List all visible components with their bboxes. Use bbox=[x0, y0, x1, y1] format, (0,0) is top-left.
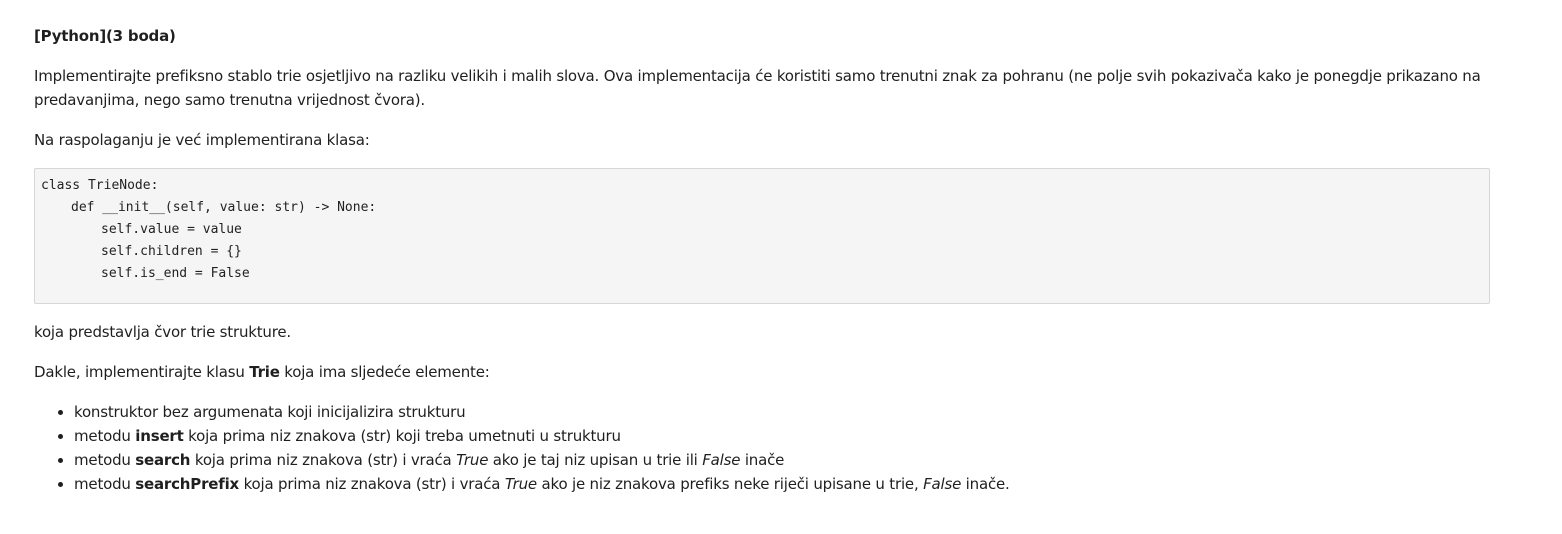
after-code-paragraph: koja predstavlja čvor trie strukture. bbox=[34, 323, 291, 341]
available-class-paragraph: Na raspolaganju je već implementirana kl… bbox=[34, 131, 370, 149]
false-keyword: False bbox=[923, 475, 962, 493]
item-text: inače. bbox=[961, 475, 1010, 493]
item-text: ako je taj niz upisan u trie ili bbox=[488, 451, 703, 469]
true-keyword: True bbox=[456, 451, 489, 469]
item-prefix: metodu bbox=[74, 475, 136, 493]
code-line: self.is_end = False bbox=[101, 266, 250, 281]
question-heading: [Python](3 boda) bbox=[34, 26, 1490, 46]
method-name: insert bbox=[135, 427, 184, 445]
points-label: (3 boda) bbox=[106, 27, 176, 45]
list-item: metodu insert koja prima niz znakova (st… bbox=[74, 424, 1490, 448]
list-item: konstruktor bez argumenata koji inicijal… bbox=[74, 400, 1490, 424]
false-keyword: False bbox=[702, 451, 741, 469]
method-name: searchPrefix bbox=[135, 475, 239, 493]
true-keyword: True bbox=[504, 475, 537, 493]
task-suffix: koja ima sljedeće elemente: bbox=[279, 363, 490, 381]
item-text: konstruktor bez argumenata koji inicijal… bbox=[74, 403, 466, 421]
item-text: ako je niz znakova prefiks neke riječi u… bbox=[536, 475, 924, 493]
intro-paragraph: Implementirajte prefiksno stablo trie os… bbox=[34, 67, 1481, 109]
language-tag: [Python] bbox=[34, 27, 106, 45]
task-paragraph: Dakle, implementirajte klasu Trie koja i… bbox=[34, 360, 1490, 384]
code-line: self.value = value bbox=[101, 222, 242, 237]
requirements-list: konstruktor bez argumenata koji inicijal… bbox=[34, 400, 1490, 496]
item-prefix: metodu bbox=[74, 427, 136, 445]
item-text: inače bbox=[740, 451, 785, 469]
item-text: koja prima niz znakova (str) koji treba … bbox=[183, 427, 621, 445]
code-block: class TrieNode: def __init__(self, value… bbox=[34, 168, 1490, 304]
list-item: metodu search koja prima niz znakova (st… bbox=[74, 448, 1490, 472]
question-content: [Python](3 boda) Implementirajte prefiks… bbox=[34, 26, 1490, 496]
task-prefix: Dakle, implementirajte klasu bbox=[34, 363, 250, 381]
method-name: search bbox=[135, 451, 191, 469]
item-prefix: metodu bbox=[74, 451, 136, 469]
code-line: def __init__(self, value: str) -> None: bbox=[71, 200, 377, 215]
list-item: metodu searchPrefix koja prima niz znako… bbox=[74, 472, 1490, 496]
item-text: koja prima niz znakova (str) i vraća bbox=[190, 451, 457, 469]
code-line: self.children = {} bbox=[101, 244, 242, 259]
item-text: koja prima niz znakova (str) i vraća bbox=[239, 475, 505, 493]
class-name: Trie bbox=[249, 363, 280, 381]
code-line: class TrieNode: bbox=[41, 178, 159, 193]
